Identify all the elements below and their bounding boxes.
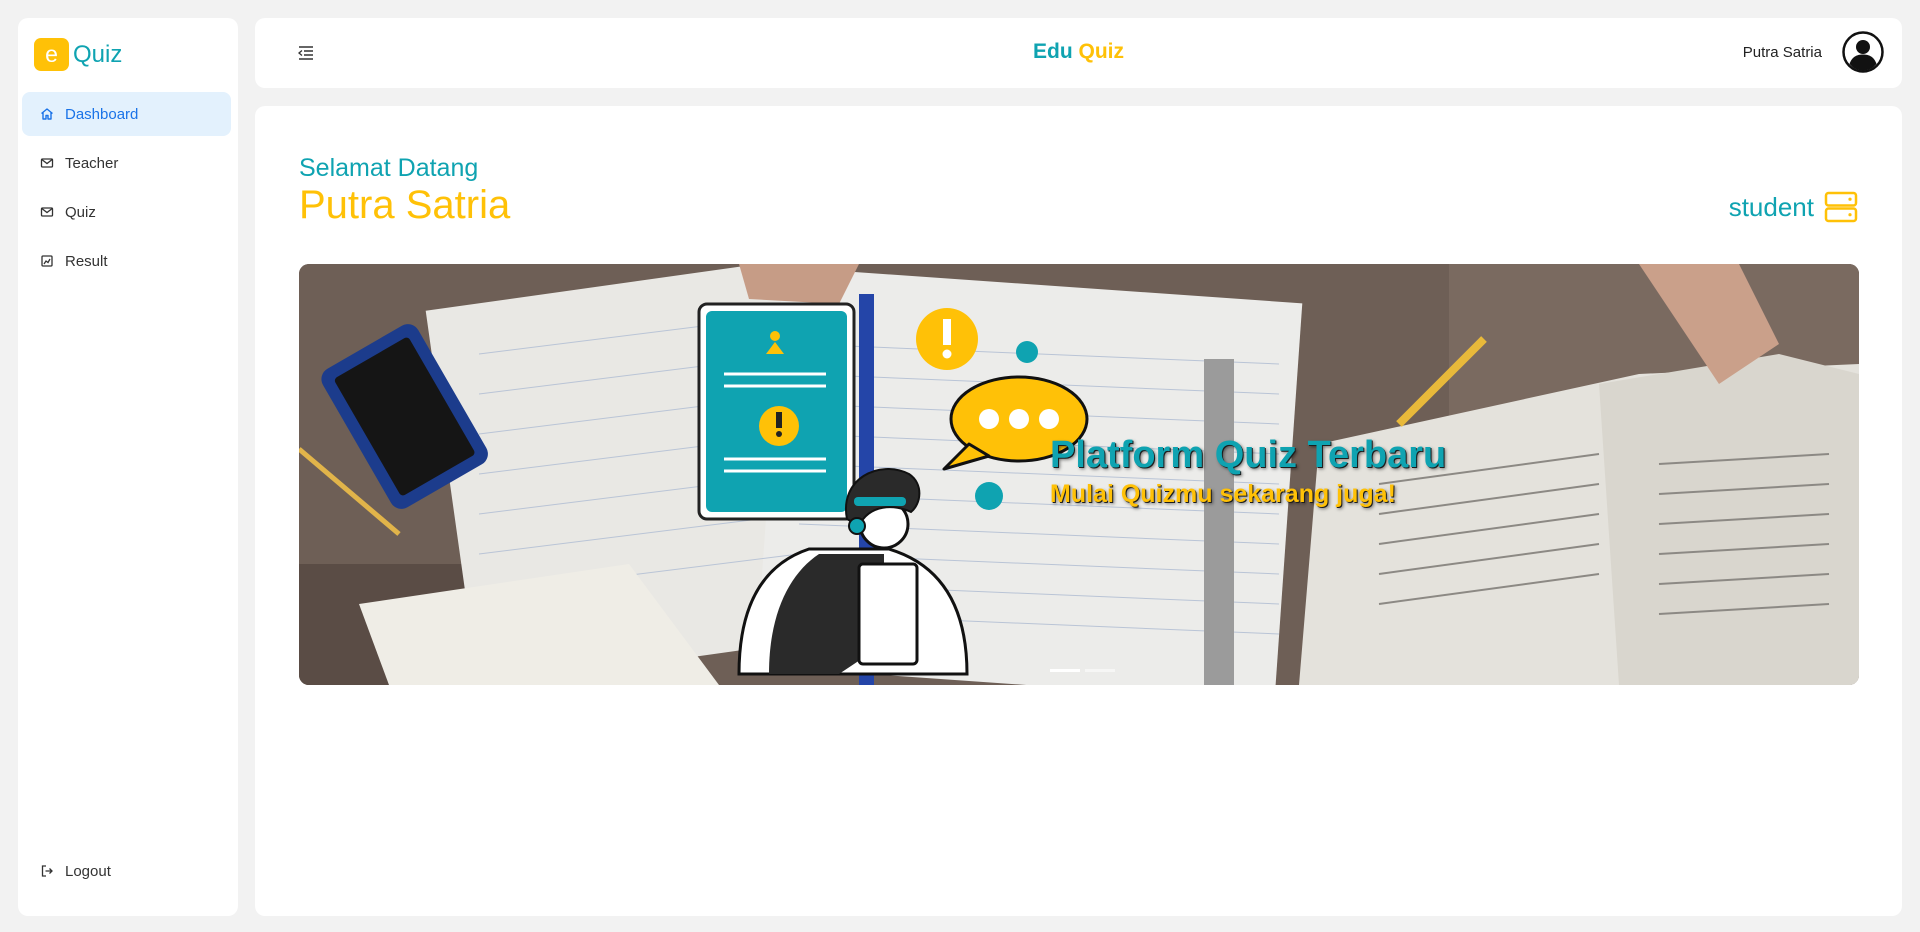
sidebar-item-result[interactable]: Result [22,239,231,283]
carousel-indicator-1[interactable] [1050,669,1080,672]
sidebar: e Quiz Dashboard Teacher Quiz Result Log… [18,18,238,916]
user-menu[interactable]: Putra Satria [1743,31,1884,73]
sidebar-item-quiz[interactable]: Quiz [22,190,231,234]
sidebar-item-dashboard[interactable]: Dashboard [22,92,231,136]
brand-title: Edu Quiz [255,40,1902,64]
home-icon [40,107,54,121]
greeting: Selamat Datang [299,154,479,182]
logout-button[interactable]: Logout [22,849,231,893]
user-name: Putra Satria [1742,43,1822,61]
main-content: Selamat Datang Putra Satria student Plat… [255,106,1902,916]
mail-icon [40,156,54,170]
role-label: student [1728,191,1814,222]
server-icon [1824,190,1858,224]
logo[interactable]: e Quiz [34,38,122,71]
banner-subtitle: Mulai Quizmu sekarang juga! [1050,480,1396,508]
logout-section: Logout [22,849,231,898]
sidebar-item-teacher[interactable]: Teacher [22,141,231,185]
sidebar-item-label: Dashboard [65,105,139,123]
mail-icon [40,205,54,219]
brand-part-2: Quiz [1078,40,1125,63]
sidebar-item-label: Quiz [65,203,96,221]
top-bar: Edu Quiz Putra Satria [255,18,1902,88]
logout-icon [40,864,54,878]
logo-badge: e [34,38,69,71]
sidebar-nav: Dashboard Teacher Quiz Result [22,92,231,288]
role-indicator: student [1729,190,1858,224]
avatar[interactable] [1842,31,1884,73]
sidebar-item-label: Teacher [65,154,119,172]
welcome-user-name: Putra Satria [299,183,511,227]
brand-part-1: Edu [1032,40,1073,63]
sidebar-item-label: Result [65,252,108,270]
chart-icon [40,254,54,268]
banner-title: Platform Quiz Terbaru [1050,434,1447,476]
logout-label: Logout [65,862,111,880]
hero-carousel[interactable]: Platform Quiz Terbaru Mulai Quizmu sekar… [299,264,1859,685]
carousel-indicator-2[interactable] [1085,669,1115,672]
carousel-indicators [1050,669,1120,672]
logo-text: Quiz [73,40,123,68]
